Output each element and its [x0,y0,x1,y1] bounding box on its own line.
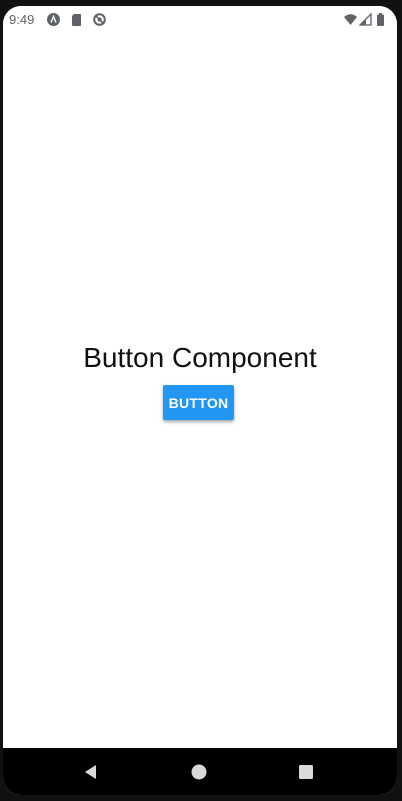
back-icon[interactable] [81,762,101,782]
main-content: Button Component BUTTON [3,34,397,748]
home-icon[interactable] [189,762,209,782]
screen: 9:49 Button Component BUTTON [3,6,397,795]
battery-icon [376,13,385,26]
device-frame: 9:49 Button Component BUTTON [0,0,402,801]
page-title: Button Component [83,342,317,373]
app-a-icon [47,13,60,26]
no-sync-icon [93,13,106,26]
status-time: 9:49 [9,12,35,27]
sd-card-icon [70,13,83,26]
recents-icon[interactable] [296,762,316,782]
wifi-icon [344,13,357,26]
cell-signal-icon [359,13,372,26]
navigation-bar [3,748,397,795]
primary-button[interactable]: BUTTON [163,385,234,420]
status-bar: 9:49 [3,6,397,34]
